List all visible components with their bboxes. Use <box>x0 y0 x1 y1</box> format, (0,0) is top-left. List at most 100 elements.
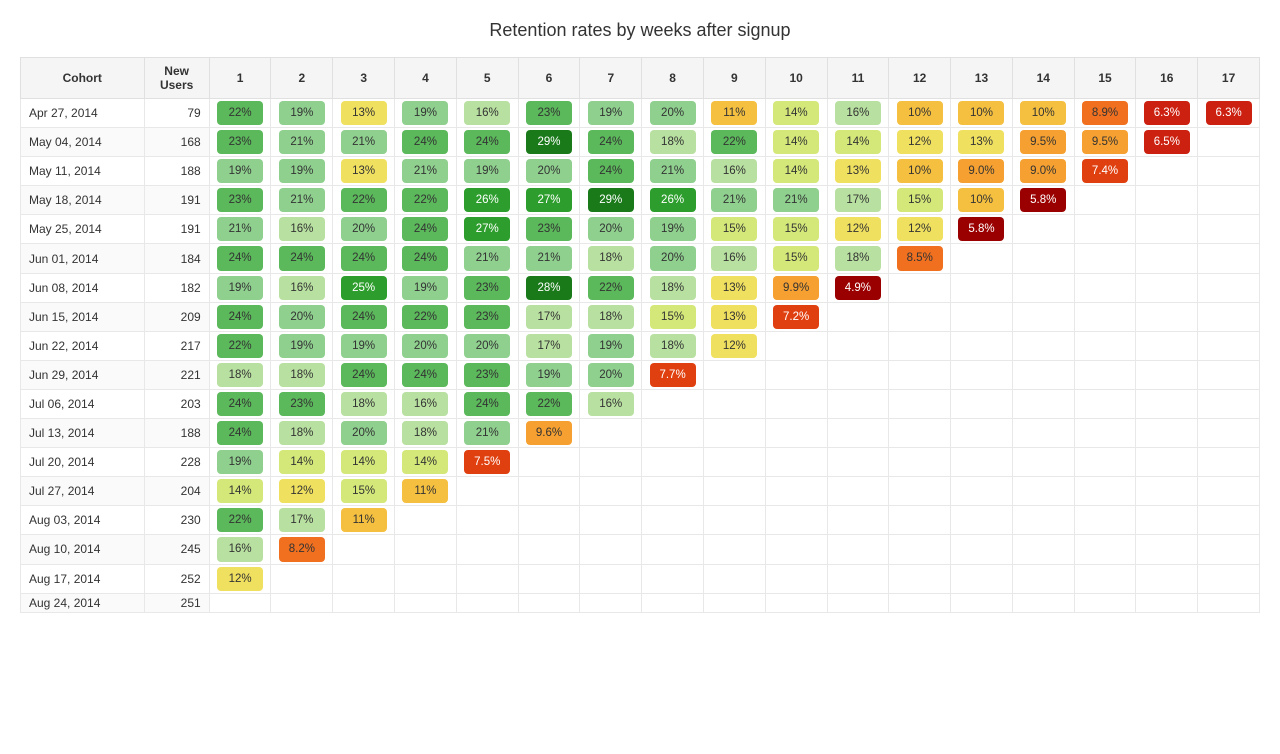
retention-cell: 18% <box>642 331 704 360</box>
newusers-header: NewUsers <box>144 58 209 99</box>
retention-cell <box>951 477 1013 506</box>
retention-cell <box>456 564 518 593</box>
retention-cell: 6.3% <box>1198 99 1260 128</box>
retention-cell: 16% <box>703 244 765 273</box>
retention-cell <box>1198 593 1260 612</box>
retention-cell: 12% <box>209 564 271 593</box>
retention-cell <box>1012 506 1074 535</box>
retention-cell: 21% <box>456 244 518 273</box>
retention-cell <box>1136 360 1198 389</box>
cohort-header: Cohort <box>21 58 145 99</box>
retention-cell: 18% <box>271 419 333 448</box>
retention-cell: 12% <box>703 331 765 360</box>
main-container: Retention rates by weeks after signup Co… <box>20 20 1260 613</box>
retention-cell <box>951 273 1013 302</box>
retention-cell: 15% <box>889 186 951 215</box>
retention-cell <box>951 302 1013 331</box>
retention-cell <box>456 506 518 535</box>
newusers-value: 191 <box>144 215 209 244</box>
retention-cell: 19% <box>209 157 271 186</box>
retention-cell <box>889 360 951 389</box>
retention-cell <box>951 244 1013 273</box>
week-header-4: 4 <box>395 58 457 99</box>
retention-cell <box>765 477 827 506</box>
week-header-12: 12 <box>889 58 951 99</box>
retention-cell <box>518 506 580 535</box>
retention-cell: 23% <box>518 99 580 128</box>
retention-cell: 5.8% <box>951 215 1013 244</box>
retention-cell: 21% <box>703 186 765 215</box>
retention-cell <box>827 389 889 418</box>
retention-cell <box>765 448 827 477</box>
retention-cell: 16% <box>271 215 333 244</box>
retention-cell <box>1012 302 1074 331</box>
newusers-value: 182 <box>144 273 209 302</box>
table-row: Jun 22, 201421722%19%19%20%20%17%19%18%1… <box>21 331 1260 360</box>
newusers-value: 252 <box>144 564 209 593</box>
week-header-17: 17 <box>1198 58 1260 99</box>
retention-cell: 22% <box>209 506 271 535</box>
retention-cell: 24% <box>580 157 642 186</box>
retention-cell: 22% <box>395 186 457 215</box>
newusers-value: 188 <box>144 157 209 186</box>
retention-cell <box>1012 477 1074 506</box>
newusers-value: 191 <box>144 186 209 215</box>
cohort-label: Jun 22, 2014 <box>21 331 145 360</box>
cohort-table: CohortNewUsers1234567891011121314151617 … <box>20 57 1260 613</box>
retention-cell <box>1074 477 1136 506</box>
retention-cell: 13% <box>951 128 1013 157</box>
retention-cell: 15% <box>333 477 395 506</box>
retention-cell: 19% <box>209 273 271 302</box>
retention-cell <box>951 448 1013 477</box>
table-row: Jun 29, 201422118%18%24%24%23%19%20%7.7% <box>21 360 1260 389</box>
retention-cell: 13% <box>703 273 765 302</box>
retention-cell: 21% <box>333 128 395 157</box>
retention-cell <box>333 564 395 593</box>
retention-cell: 20% <box>456 331 518 360</box>
retention-cell <box>580 593 642 612</box>
retention-cell <box>889 535 951 564</box>
retention-cell: 23% <box>456 273 518 302</box>
retention-cell: 19% <box>518 360 580 389</box>
retention-cell: 21% <box>271 128 333 157</box>
newusers-value: 209 <box>144 302 209 331</box>
retention-cell <box>1198 477 1260 506</box>
retention-cell: 24% <box>271 244 333 273</box>
week-header-1: 1 <box>209 58 271 99</box>
retention-cell <box>518 477 580 506</box>
retention-cell <box>1136 331 1198 360</box>
retention-cell <box>1198 302 1260 331</box>
table-row: Aug 03, 201423022%17%11% <box>21 506 1260 535</box>
retention-cell <box>1136 564 1198 593</box>
retention-cell: 16% <box>395 389 457 418</box>
cohort-label: Jul 13, 2014 <box>21 419 145 448</box>
retention-cell <box>1198 157 1260 186</box>
retention-cell <box>827 419 889 448</box>
retention-cell <box>827 506 889 535</box>
retention-cell: 20% <box>333 215 395 244</box>
retention-cell <box>827 360 889 389</box>
retention-cell <box>951 389 1013 418</box>
retention-cell <box>827 331 889 360</box>
retention-cell <box>580 448 642 477</box>
retention-cell: 22% <box>209 331 271 360</box>
week-header-7: 7 <box>580 58 642 99</box>
retention-cell <box>889 477 951 506</box>
cohort-label: May 18, 2014 <box>21 186 145 215</box>
retention-cell: 16% <box>580 389 642 418</box>
retention-cell: 6.3% <box>1136 99 1198 128</box>
retention-cell <box>1012 389 1074 418</box>
retention-cell: 18% <box>827 244 889 273</box>
cohort-label: Aug 24, 2014 <box>21 593 145 612</box>
retention-cell <box>951 506 1013 535</box>
newusers-value: 230 <box>144 506 209 535</box>
retention-cell: 7.2% <box>765 302 827 331</box>
retention-cell: 16% <box>271 273 333 302</box>
table-row: Jun 15, 201420924%20%24%22%23%17%18%15%1… <box>21 302 1260 331</box>
retention-cell: 24% <box>333 244 395 273</box>
retention-cell <box>1136 273 1198 302</box>
newusers-value: 188 <box>144 419 209 448</box>
retention-cell <box>518 448 580 477</box>
retention-cell: 19% <box>333 331 395 360</box>
retention-cell <box>1198 215 1260 244</box>
